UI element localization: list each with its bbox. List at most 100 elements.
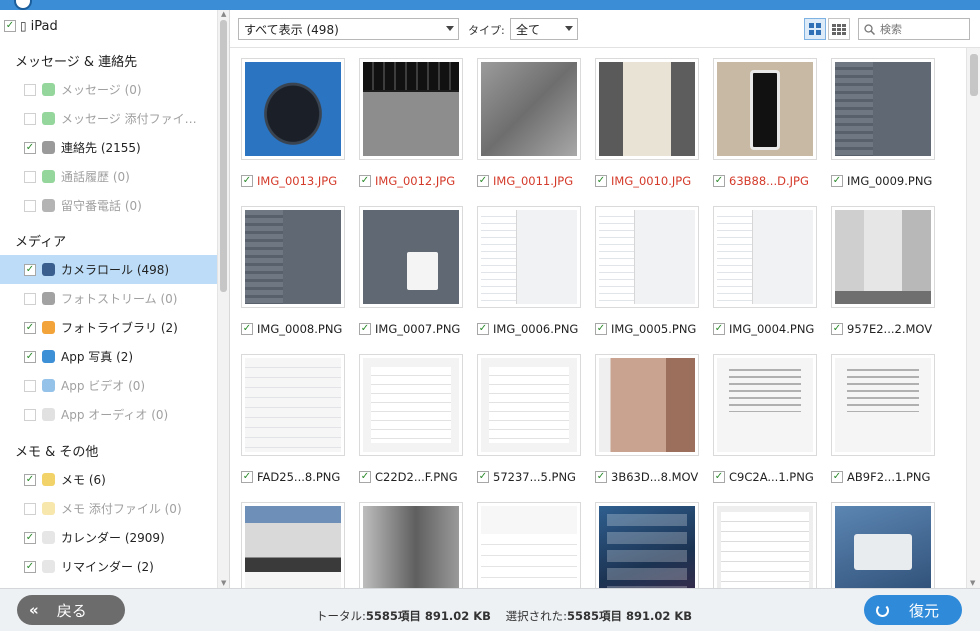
- file-tile[interactable]: [348, 492, 466, 588]
- file-tile[interactable]: [466, 492, 584, 588]
- sidebar-scroll-thumb[interactable]: [220, 20, 227, 292]
- file-checkbox[interactable]: ✓: [241, 175, 253, 187]
- sidebar-item-checkbox[interactable]: ✓: [24, 531, 36, 544]
- scroll-down-arrow-icon[interactable]: ▼: [221, 579, 226, 587]
- thumbnail[interactable]: [713, 58, 817, 160]
- file-tile[interactable]: ✓ IMG_0008.PNG: [230, 196, 348, 344]
- device-checkbox[interactable]: ✓: [4, 20, 16, 32]
- sidebar-item[interactable]: フォトストリーム (0): [0, 284, 218, 313]
- file-tile[interactable]: ✓ 63B88...D.JPG: [702, 48, 820, 196]
- thumbnail[interactable]: [477, 354, 581, 456]
- file-checkbox[interactable]: ✓: [359, 323, 371, 335]
- file-checkbox[interactable]: ✓: [477, 471, 489, 483]
- file-tile[interactable]: [702, 492, 820, 588]
- thumbnail[interactable]: [831, 58, 935, 160]
- file-checkbox[interactable]: ✓: [831, 471, 843, 483]
- search-box[interactable]: [858, 18, 970, 40]
- thumbnail[interactable]: [595, 206, 699, 308]
- sidebar-item-checkbox[interactable]: ✓: [24, 263, 36, 276]
- sidebar-item[interactable]: ✓ カメラロール (498): [0, 255, 218, 284]
- sidebar-item[interactable]: App オーディオ (0): [0, 400, 218, 429]
- sidebar-item-checkbox[interactable]: ✓: [24, 141, 36, 154]
- restore-button[interactable]: 復元: [864, 595, 962, 625]
- sidebar-item-checkbox[interactable]: [24, 292, 36, 305]
- thumbnail[interactable]: [831, 206, 935, 308]
- file-checkbox[interactable]: ✓: [713, 323, 725, 335]
- sidebar-item[interactable]: 通話履歴 (0): [0, 162, 218, 191]
- sidebar-item-checkbox[interactable]: ✓: [24, 350, 36, 363]
- device-row[interactable]: ✓ ▯ iPad: [4, 16, 58, 36]
- file-checkbox[interactable]: ✓: [477, 175, 489, 187]
- thumbnail[interactable]: [359, 58, 463, 160]
- file-checkbox[interactable]: ✓: [241, 471, 253, 483]
- thumbnail[interactable]: [595, 58, 699, 160]
- thumbnail[interactable]: [241, 58, 345, 160]
- thumbnail[interactable]: [713, 206, 817, 308]
- sidebar-item[interactable]: App ビデオ (0): [0, 371, 218, 400]
- file-tile[interactable]: ✓ FAD25...8.PNG: [230, 344, 348, 492]
- file-tile[interactable]: ✓ 57237...5.PNG: [466, 344, 584, 492]
- sidebar-item-checkbox[interactable]: [24, 170, 36, 183]
- file-checkbox[interactable]: ✓: [831, 323, 843, 335]
- thumbnail[interactable]: [359, 206, 463, 308]
- file-checkbox[interactable]: ✓: [713, 471, 725, 483]
- sidebar-item-checkbox[interactable]: [24, 502, 36, 515]
- sidebar-item[interactable]: ✓ メモ (6): [0, 465, 218, 494]
- sidebar-item-checkbox[interactable]: [24, 379, 36, 392]
- thumbnail[interactable]: [595, 354, 699, 456]
- file-tile[interactable]: [584, 492, 702, 588]
- thumbnail[interactable]: [477, 502, 581, 588]
- sidebar-item-checkbox[interactable]: ✓: [24, 473, 36, 486]
- thumbnail[interactable]: [595, 502, 699, 588]
- grid-scroll-thumb[interactable]: [970, 54, 978, 96]
- sidebar-item-checkbox[interactable]: ✓: [24, 321, 36, 334]
- file-tile[interactable]: ✓ C22D2...F.PNG: [348, 344, 466, 492]
- file-tile[interactable]: ✓ IMG_0012.JPG: [348, 48, 466, 196]
- file-tile[interactable]: ✓ IMG_0007.PNG: [348, 196, 466, 344]
- sidebar-item[interactable]: メッセージ (0): [0, 75, 218, 104]
- sidebar-item-checkbox[interactable]: [24, 112, 36, 125]
- sidebar-item[interactable]: メッセージ 添付ファイ…: [0, 104, 218, 133]
- type-dropdown[interactable]: 全て: [510, 18, 578, 40]
- file-checkbox[interactable]: ✓: [713, 175, 725, 187]
- sidebar-item-checkbox[interactable]: [24, 199, 36, 212]
- sidebar-item-checkbox[interactable]: [24, 408, 36, 421]
- file-tile[interactable]: ✓ IMG_0006.PNG: [466, 196, 584, 344]
- thumbnail[interactable]: [713, 502, 817, 588]
- sidebar-item-checkbox[interactable]: [24, 83, 36, 96]
- file-checkbox[interactable]: ✓: [359, 175, 371, 187]
- thumbnail[interactable]: [241, 206, 345, 308]
- thumbnail[interactable]: [359, 354, 463, 456]
- file-tile[interactable]: ✓ C9C2A...1.PNG: [702, 344, 820, 492]
- sidebar-item[interactable]: メモ 添付ファイル (0): [0, 494, 218, 523]
- file-checkbox[interactable]: ✓: [477, 323, 489, 335]
- scroll-down-arrow-icon[interactable]: ▼: [970, 579, 975, 587]
- file-tile[interactable]: ✓ IMG_0005.PNG: [584, 196, 702, 344]
- file-checkbox[interactable]: ✓: [595, 323, 607, 335]
- thumbnail[interactable]: [477, 58, 581, 160]
- sidebar-item-checkbox[interactable]: ✓: [24, 560, 36, 573]
- back-button[interactable]: « 戻る: [17, 595, 125, 625]
- file-checkbox[interactable]: ✓: [359, 471, 371, 483]
- grid-scrollbar[interactable]: ▼: [966, 48, 980, 588]
- thumbnail[interactable]: [359, 502, 463, 588]
- sidebar-item[interactable]: ✓ App 写真 (2): [0, 342, 218, 371]
- sidebar-scrollbar[interactable]: ▲ ▼: [217, 10, 229, 588]
- file-checkbox[interactable]: ✓: [595, 471, 607, 483]
- file-tile[interactable]: ✓ IMG_0004.PNG: [702, 196, 820, 344]
- thumbnail[interactable]: [477, 206, 581, 308]
- thumbnail[interactable]: [241, 354, 345, 456]
- scroll-up-arrow-icon[interactable]: ▲: [221, 10, 226, 18]
- small-grid-view-button[interactable]: [828, 18, 850, 40]
- thumbnail[interactable]: [241, 502, 345, 588]
- sidebar-item[interactable]: ✓ カレンダー (2909): [0, 523, 218, 552]
- file-tile[interactable]: ✓ IMG_0013.JPG: [230, 48, 348, 196]
- file-tile[interactable]: ✓ 3B63D...8.MOV: [584, 344, 702, 492]
- thumbnail[interactable]: [831, 354, 935, 456]
- file-checkbox[interactable]: ✓: [241, 323, 253, 335]
- sidebar-item[interactable]: 留守番電話 (0): [0, 191, 218, 220]
- filter-dropdown[interactable]: すべて表示 (498): [238, 18, 459, 40]
- sidebar-item[interactable]: ✓ 連絡先 (2155): [0, 133, 218, 162]
- large-grid-view-button[interactable]: [804, 18, 826, 40]
- thumbnail[interactable]: [831, 502, 935, 588]
